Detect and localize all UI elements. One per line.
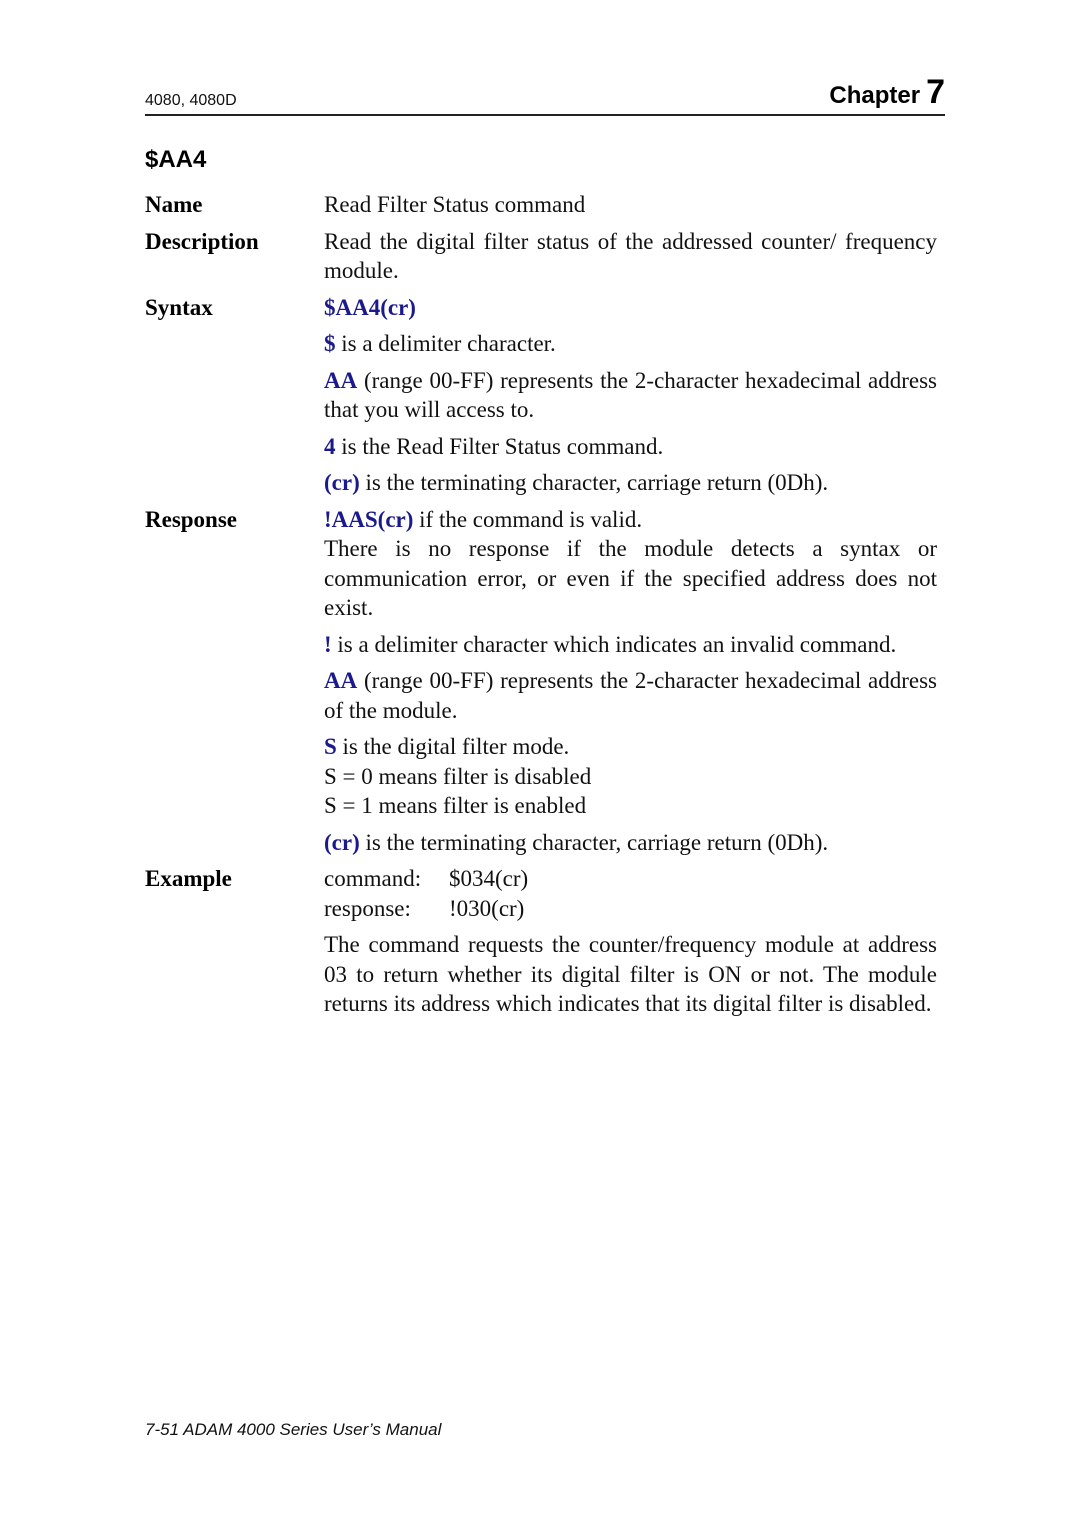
command-title: $AA4 [145, 146, 207, 173]
example-section: Example command: $034(cr) response: !030… [145, 864, 937, 1026]
response-section: Response !AAS(cr) if the command is vali… [145, 505, 937, 865]
syntax-desc: is a delimiter character. [335, 331, 556, 356]
response-desc: is a delimiter character which indicates… [331, 631, 897, 657]
example-command-value: $034(cr) [449, 866, 529, 891]
response-key: S [324, 734, 337, 759]
example-command-key: command: [324, 866, 422, 891]
example-explanation: The command requests the counter/frequen… [324, 932, 937, 1016]
description-text: Read the digital filter status of the ad… [324, 228, 937, 284]
syntax-key: $ [324, 331, 336, 356]
response-valid: !AAS(cr) if the command is valid. [324, 505, 937, 535]
syntax-item: AA (range 00-FF) represents the 2-charac… [324, 366, 937, 425]
response-format: !AAS(cr) [324, 506, 414, 532]
s-value-disabled: S = 0 means filter is disabled [324, 763, 592, 789]
response-no-response: There is no response if the module detec… [324, 536, 937, 620]
command-reference: Name Read Filter Status command Descript… [145, 190, 937, 1026]
response-desc: (range 00-FF) represents the 2-character… [324, 668, 937, 723]
syntax-label: Syntax [145, 294, 213, 320]
syntax-desc: (range 00-FF) represents the 2-character… [324, 367, 937, 423]
manual-page: 4080, 4080D Chapter 7 $AA4 Name Read Filt… [0, 0, 1080, 1534]
syntax-key: (cr) [324, 470, 360, 495]
response-item: (cr) is the terminating character, carri… [324, 828, 937, 858]
response-item: S is the digital filter mode. [324, 732, 937, 762]
page-footer: 7-51 ADAM 4000 Series User’s Manual [145, 1420, 442, 1439]
response-key: AA [324, 668, 358, 693]
response-key: (cr) [324, 829, 360, 855]
chapter-heading: Chapter 7 [829, 73, 945, 112]
name-text: Read Filter Status command [324, 192, 586, 217]
response-key: ! [324, 631, 332, 657]
syntax-key: AA [324, 367, 358, 393]
response-valid-text: if the command is valid. [413, 506, 643, 532]
response-item: AA (range 00-FF) represents the 2-charac… [324, 666, 937, 725]
syntax-item: 4 is the Read Filter Status command. [324, 432, 937, 462]
syntax-command: $AA4(cr) [324, 294, 416, 320]
chapter-number: 7 [926, 73, 945, 111]
syntax-desc: is the Read Filter Status command. [335, 433, 664, 459]
example-response-value: !030(cr) [449, 895, 525, 921]
response-desc: is the digital filter mode. [336, 734, 570, 759]
response-desc: is the terminating character, carriage r… [359, 829, 829, 855]
syntax-desc: is the terminating character, carriage r… [359, 470, 829, 495]
syntax-item: (cr) is the terminating character, carri… [324, 468, 937, 498]
description-section: Description Read the digital filter stat… [145, 227, 937, 293]
example-response-key: response: [324, 895, 411, 921]
syntax-section: Syntax $AA4(cr) $ is a delimiter charact… [145, 293, 937, 505]
syntax-key: 4 [324, 433, 336, 459]
response-item: ! is a delimiter character which indicat… [324, 630, 937, 660]
page-header: 4080, 4080D Chapter 7 [145, 72, 945, 116]
name-section: Name Read Filter Status command [145, 190, 937, 227]
s-value-enabled: S = 1 means filter is enabled [324, 793, 587, 818]
example-response-line: response: !030(cr) [324, 894, 937, 924]
header-divider [145, 114, 945, 116]
example-label: Example [145, 866, 232, 891]
header-models: 4080, 4080D [145, 92, 237, 109]
syntax-item: $ is a delimiter character. [324, 329, 937, 359]
response-label: Response [145, 506, 238, 532]
chapter-label: Chapter [829, 82, 921, 109]
description-label: Description [145, 228, 259, 254]
name-label: Name [145, 192, 203, 217]
example-command-line: command: $034(cr) [324, 864, 937, 894]
